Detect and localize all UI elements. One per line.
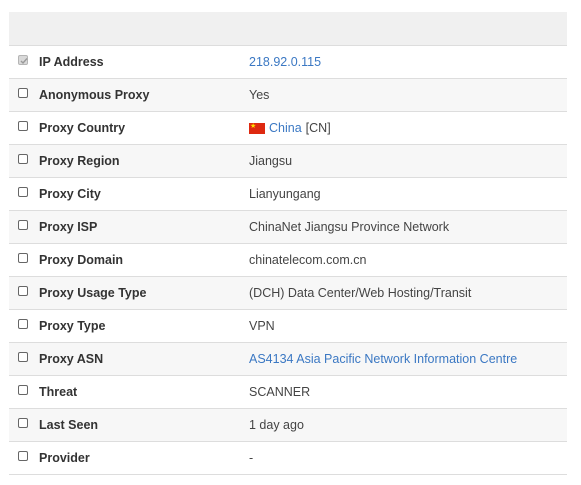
row-value: SCANNER — [249, 385, 311, 399]
row-proxy-isp: Proxy ISP ChinaNet Jiangsu Province Netw… — [9, 211, 567, 244]
row-proxy-city: Proxy City Lianyungang — [9, 178, 567, 211]
row-value: Yes — [249, 88, 270, 102]
row-label: Proxy Usage Type — [39, 286, 147, 300]
row-value: VPN — [249, 319, 275, 333]
row-label: IP Address — [39, 55, 104, 69]
proxy-country-checkbox[interactable] — [18, 121, 28, 131]
ip-address-link[interactable]: 218.92.0.115 — [249, 55, 321, 69]
row-value: Lianyungang — [249, 187, 321, 201]
row-proxy-region: Proxy Region Jiangsu — [9, 145, 567, 178]
row-proxy-domain: Proxy Domain chinatelecom.com.cn — [9, 244, 567, 277]
ip-address-checkbox[interactable] — [18, 55, 28, 65]
row-proxy-asn: Proxy ASN AS4134 Asia Pacific Network In… — [9, 343, 567, 376]
provider-checkbox[interactable] — [18, 451, 28, 461]
row-label: Last Seen — [39, 418, 99, 432]
country-value: ★ China [CN] — [249, 121, 331, 135]
country-code: [CN] — [305, 121, 331, 135]
row-proxy-type: Proxy Type VPN — [9, 310, 567, 343]
proxy-info-table: IP Address 218.92.0.115 Anonymous Proxy … — [9, 12, 567, 475]
proxy-type-checkbox[interactable] — [18, 319, 28, 329]
proxy-usage-type-checkbox[interactable] — [18, 286, 28, 296]
row-threat: Threat SCANNER — [9, 376, 567, 409]
row-value: (DCH) Data Center/Web Hosting/Transit — [249, 286, 472, 300]
row-provider: Provider - — [9, 442, 567, 475]
row-label: Anonymous Proxy — [39, 88, 150, 102]
row-value: - — [249, 451, 254, 465]
row-label: Proxy Type — [39, 319, 106, 333]
table-header — [9, 12, 567, 46]
proxy-asn-checkbox[interactable] — [18, 352, 28, 362]
row-value: chinatelecom.com.cn — [249, 253, 367, 267]
proxy-city-checkbox[interactable] — [18, 187, 28, 197]
row-value: Jiangsu — [249, 154, 293, 168]
row-label: Proxy Domain — [39, 253, 124, 267]
row-label: Proxy ASN — [39, 352, 104, 366]
row-proxy-usage-type: Proxy Usage Type (DCH) Data Center/Web H… — [9, 277, 567, 310]
china-flag-icon: ★ — [249, 122, 265, 134]
row-label: Proxy Country — [39, 121, 126, 135]
anonymous-proxy-checkbox[interactable] — [18, 88, 28, 98]
row-last-seen: Last Seen 1 day ago — [9, 409, 567, 442]
proxy-region-checkbox[interactable] — [18, 154, 28, 164]
row-label: Proxy City — [39, 187, 101, 201]
country-link[interactable]: China — [269, 121, 302, 135]
row-value: ChinaNet Jiangsu Province Network — [249, 220, 450, 234]
row-value: 1 day ago — [249, 418, 304, 432]
row-proxy-country: Proxy Country ★ China [CN] — [9, 112, 567, 145]
threat-checkbox[interactable] — [18, 385, 28, 395]
row-label: Proxy Region — [39, 154, 120, 168]
row-ip-address: IP Address 218.92.0.115 — [9, 46, 567, 79]
row-anonymous-proxy: Anonymous Proxy Yes — [9, 79, 567, 112]
proxy-domain-checkbox[interactable] — [18, 253, 28, 263]
proxy-isp-checkbox[interactable] — [18, 220, 28, 230]
asn-link[interactable]: AS4134 Asia Pacific Network Information … — [249, 352, 517, 366]
row-label: Proxy ISP — [39, 220, 98, 234]
last-seen-checkbox[interactable] — [18, 418, 28, 428]
row-label: Threat — [39, 385, 78, 399]
row-label: Provider — [39, 451, 90, 465]
